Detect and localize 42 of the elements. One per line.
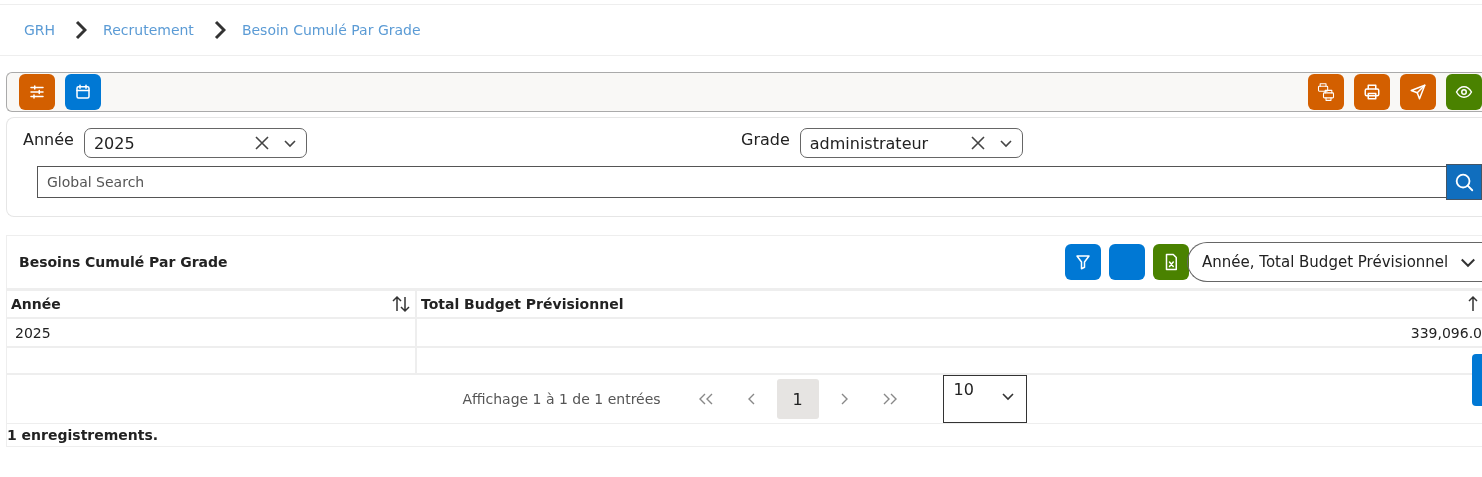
page-button[interactable]: 1 (776, 379, 819, 419)
blank-button[interactable] (1109, 244, 1145, 280)
select-field[interactable]: administrateur (799, 128, 1023, 158)
sliders-icon (28, 83, 46, 101)
chevron-right-icon (839, 393, 848, 405)
filter-button[interactable] (1065, 244, 1101, 280)
table-cell: 339,096.0 (1410, 324, 1482, 341)
column-header[interactable]: Total Budget Prévisionnel (416, 290, 1482, 318)
clear-icon[interactable] (969, 135, 986, 151)
table-cell: 2025 (15, 324, 51, 341)
page-size-select[interactable]: 10 (942, 375, 1027, 423)
calendar-button[interactable] (65, 74, 101, 110)
printers-icon (1316, 82, 1336, 102)
filter-label: Année (23, 129, 74, 149)
send-button[interactable] (1400, 74, 1436, 110)
spreadsheet-file-button[interactable] (1153, 244, 1189, 280)
double-chevron-left-icon (698, 393, 713, 405)
printer-button[interactable] (1354, 74, 1390, 110)
global-search-field[interactable]: Global Search (37, 166, 1446, 198)
filter-icon (1074, 253, 1092, 271)
send-icon (1409, 83, 1427, 101)
eye-button[interactable] (1446, 74, 1482, 110)
eye-icon (1455, 83, 1473, 101)
column-header[interactable]: Année (7, 290, 416, 318)
printers-button[interactable] (1308, 74, 1344, 110)
search-button[interactable] (1446, 164, 1482, 200)
record-count: 1 enregistrements. (7, 426, 160, 445)
select-field[interactable]: 2025 (83, 128, 307, 158)
calendar-icon (74, 83, 92, 101)
filter-label: Grade (741, 129, 790, 149)
double-chevron-right-icon (882, 393, 897, 405)
chevron-right-icon (75, 20, 88, 40)
chevron-right-icon (213, 20, 226, 40)
sliders-button[interactable] (19, 74, 55, 110)
pagination-summary: Affichage 1 à 1 de 1 entrées (462, 391, 661, 407)
table-title: Besoins Cumulé Par Grade (19, 254, 229, 270)
clear-icon[interactable] (253, 135, 270, 151)
chevron-left-icon (747, 393, 756, 405)
printer-icon (1363, 83, 1381, 101)
search-icon (1453, 171, 1475, 193)
sort-ascending-icon[interactable] (1468, 294, 1478, 314)
sort-icon[interactable] (391, 294, 411, 314)
